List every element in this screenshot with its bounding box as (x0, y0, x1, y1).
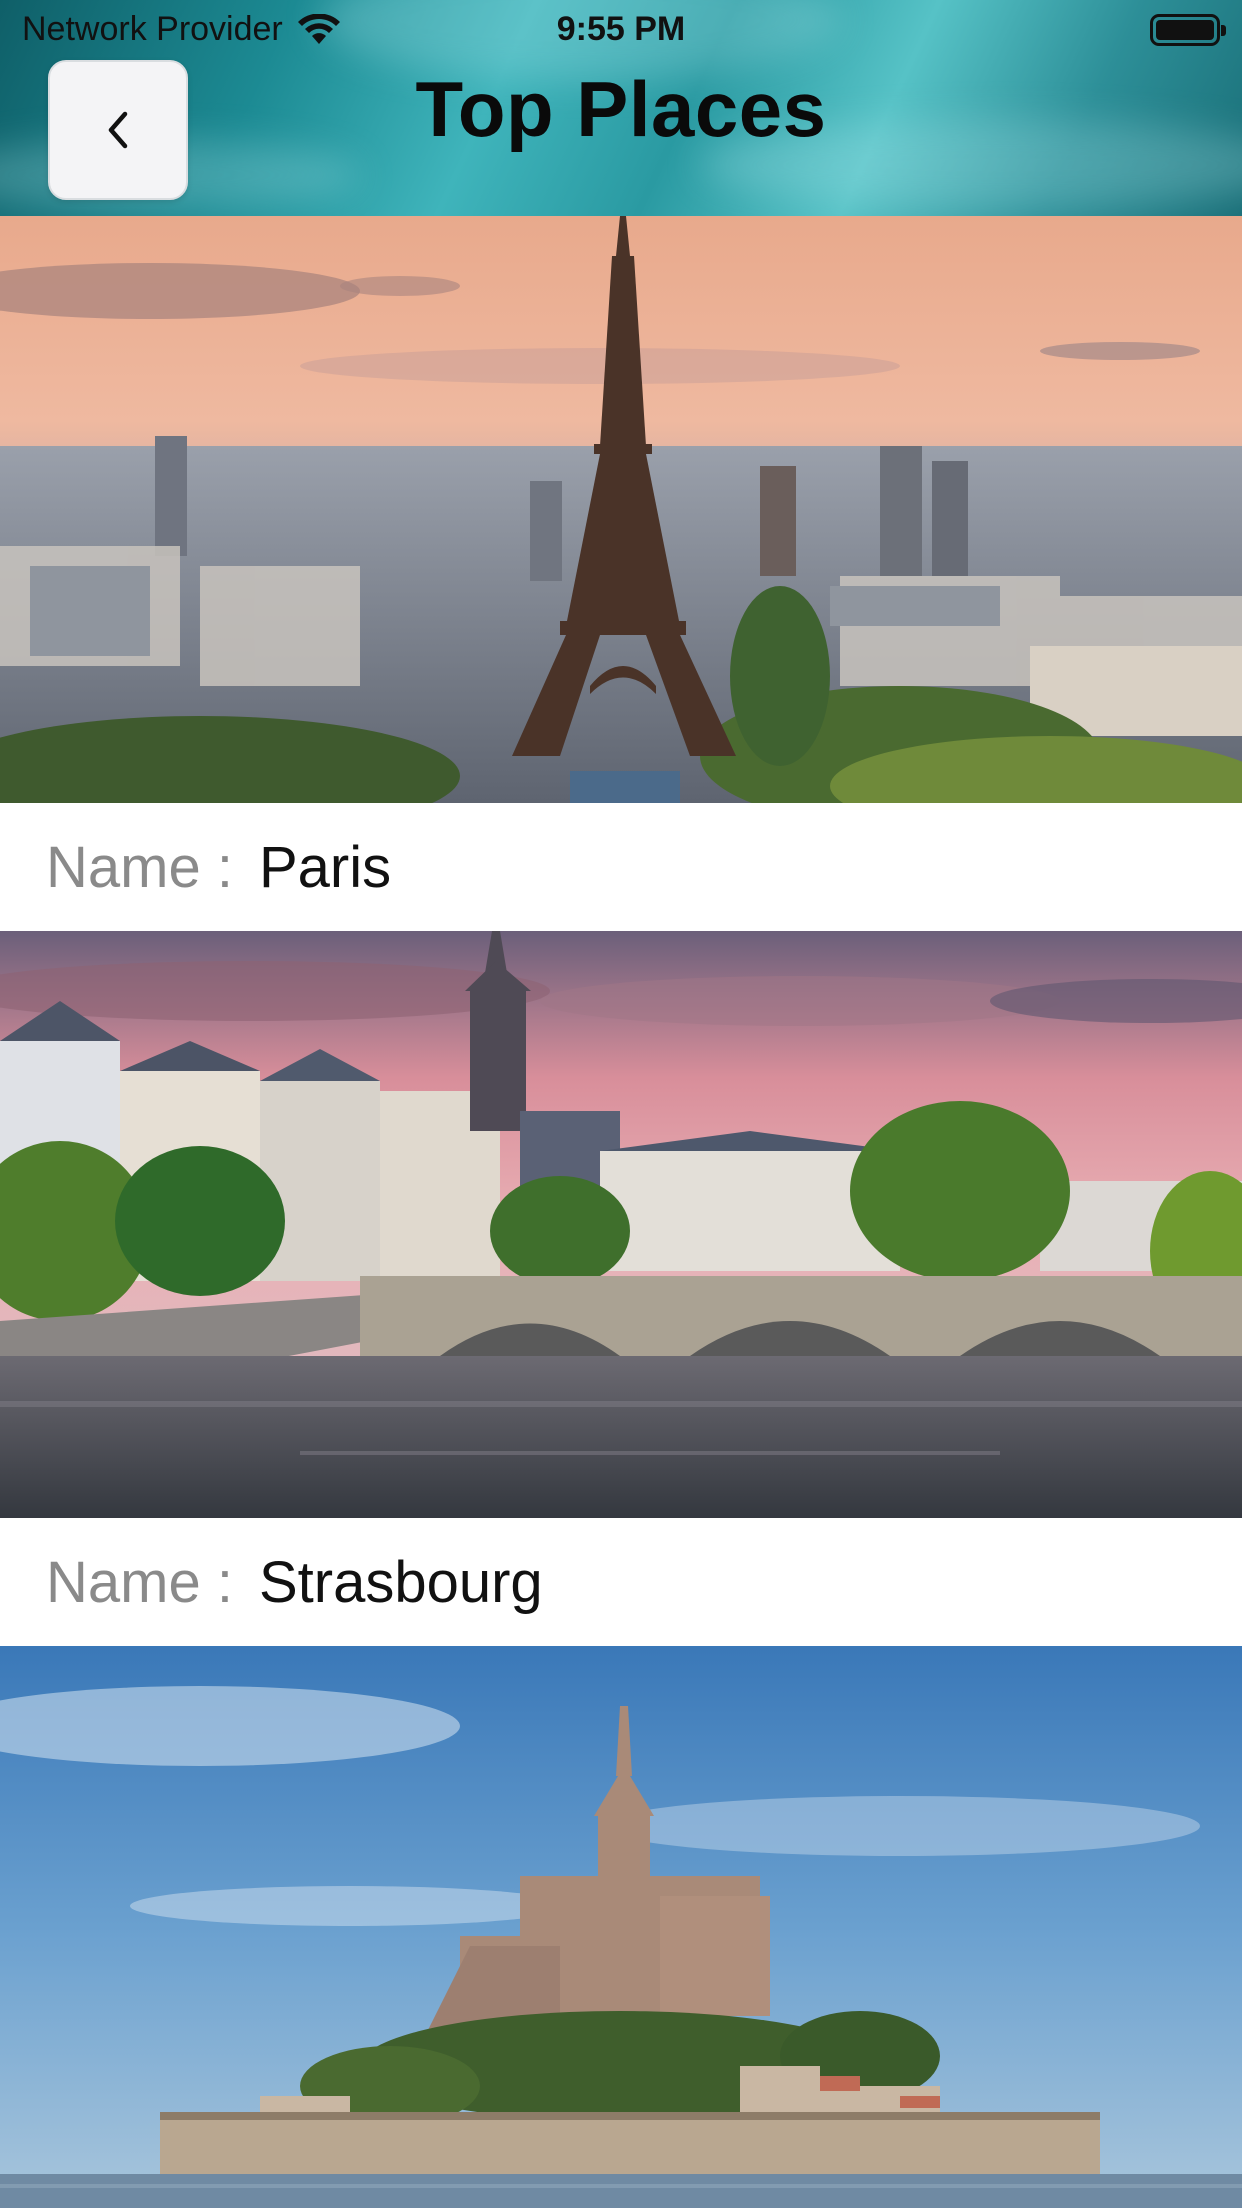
name-label: Name : (46, 834, 233, 900)
mont-saint-michel-photo (0, 1646, 1242, 2208)
navigation-header: Network Provider 9:55 PM Top Places (0, 0, 1242, 216)
place-image-mont-saint-michel[interactable] (0, 1646, 1242, 2208)
page-title: Top Places (415, 65, 827, 153)
status-time: 9:55 PM (556, 10, 686, 48)
place-image-strasbourg[interactable] (0, 931, 1242, 1518)
battery-icon (1150, 14, 1226, 46)
place-image-paris[interactable] (0, 216, 1242, 803)
place-name: Strasbourg (258, 1549, 543, 1615)
place-name: Paris (258, 834, 392, 900)
strasbourg-bridge-photo (0, 931, 1242, 1518)
status-bar: Network Provider 9:55 PM (0, 0, 1242, 62)
place-name-row: Name : Paris (0, 803, 1242, 931)
name-label: Name : (46, 1549, 233, 1615)
eiffel-tower-photo (0, 216, 1242, 803)
place-name-row: Name : Strasbourg (0, 1518, 1242, 1646)
